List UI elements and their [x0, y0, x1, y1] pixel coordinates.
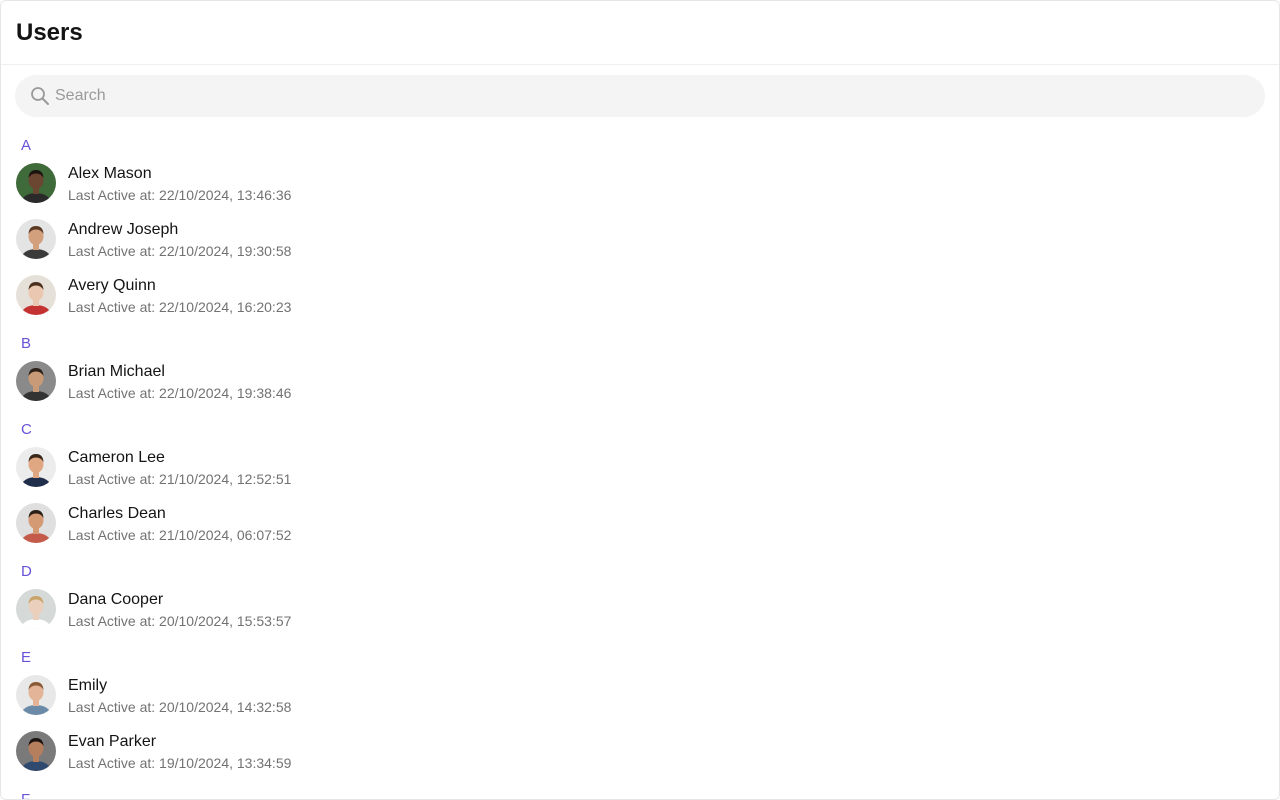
- user-name: Evan Parker: [68, 733, 157, 750]
- section-letter: B: [21, 335, 32, 352]
- last-active-text: Last Active at: 22/10/2024, 19:30:58: [68, 243, 292, 259]
- last-active-text: Last Active at: 20/10/2024, 15:53:57: [68, 613, 292, 629]
- user-name: Brian Michael: [68, 363, 165, 380]
- section-letter: D: [21, 563, 32, 580]
- header: Users: [1, 1, 1279, 65]
- section-d: D Dana Cooper Last Active at: 20/10/2024, …: [1, 557, 1279, 643]
- user-list-item[interactable]: Emily Last Active at: 20/10/2024, 14:32:5…: [1, 673, 1279, 729]
- users-panel: Users A Alex Mason Last Active at: 22/10/2…: [0, 0, 1280, 800]
- avatar: [16, 447, 56, 487]
- last-active-text: Last Active at: 22/10/2024, 16:20:23: [68, 299, 292, 315]
- avatar: [16, 219, 56, 259]
- last-active-text: Last Active at: 21/10/2024, 06:07:52: [68, 527, 292, 543]
- section-letter: E: [21, 649, 32, 666]
- avatar: [16, 675, 56, 715]
- section-c: C Cameron Lee Last Active at: 21/10/2024, …: [1, 415, 1279, 557]
- user-name: Avery Quinn: [68, 277, 156, 294]
- user-list-item[interactable]: Avery Quinn Last Active at: 22/10/2024, 1…: [1, 273, 1279, 329]
- user-name: Alex Mason: [68, 165, 152, 182]
- section-a: A Alex Mason Last Active at: 22/10/2024, 1…: [1, 131, 1279, 329]
- user-name: Emily: [68, 677, 108, 694]
- section-b: B Brian Michael Last Active at: 22/10/2024…: [1, 329, 1279, 415]
- section-letter: A: [21, 137, 32, 154]
- last-active-text: Last Active at: 22/10/2024, 19:38:46: [68, 385, 292, 401]
- last-active-text: Last Active at: 20/10/2024, 14:32:58: [68, 699, 292, 715]
- user-name: Dana Cooper: [68, 591, 164, 608]
- user-list-item[interactable]: Andrew Joseph Last Active at: 22/10/2024,…: [1, 217, 1279, 273]
- user-name: Charles Dean: [68, 505, 166, 522]
- user-list-item[interactable]: Cameron Lee Last Active at: 21/10/2024, 1…: [1, 445, 1279, 501]
- user-list-item[interactable]: Brian Michael Last Active at: 22/10/2024,…: [1, 359, 1279, 415]
- avatar: [16, 163, 56, 203]
- user-list-item[interactable]: Evan Parker Last Active at: 19/10/2024, 1…: [1, 729, 1279, 785]
- section-letter: C: [21, 421, 32, 438]
- avatar: [16, 275, 56, 315]
- user-name: Cameron Lee: [68, 449, 165, 466]
- user-name: Andrew Joseph: [68, 221, 179, 238]
- page-title: Users: [16, 19, 83, 46]
- last-active-text: Last Active at: 22/10/2024, 13:46:36: [68, 187, 292, 203]
- user-list-item[interactable]: Dana Cooper Last Active at: 20/10/2024, 1…: [1, 587, 1279, 643]
- user-list: A Alex Mason Last Active at: 22/10/2024, 1…: [1, 131, 1279, 800]
- avatar: [16, 589, 56, 629]
- last-active-text: Last Active at: 19/10/2024, 13:34:59: [68, 755, 292, 771]
- section-e: E Emily Last Active at: 20/10/2024, 14:32:…: [1, 643, 1279, 785]
- avatar: [16, 731, 56, 771]
- search-icon: [30, 86, 50, 106]
- search-bar[interactable]: [15, 75, 1265, 117]
- section-letter: F: [21, 791, 31, 800]
- search-input[interactable]: [55, 75, 1245, 117]
- section-f: F: [1, 785, 1279, 800]
- user-list-item[interactable]: Alex Mason Last Active at: 22/10/2024, 13…: [1, 161, 1279, 217]
- user-list-item[interactable]: Charles Dean Last Active at: 21/10/2024, …: [1, 501, 1279, 557]
- avatar: [16, 503, 56, 543]
- last-active-text: Last Active at: 21/10/2024, 12:52:51: [68, 471, 292, 487]
- avatar: [16, 361, 56, 401]
